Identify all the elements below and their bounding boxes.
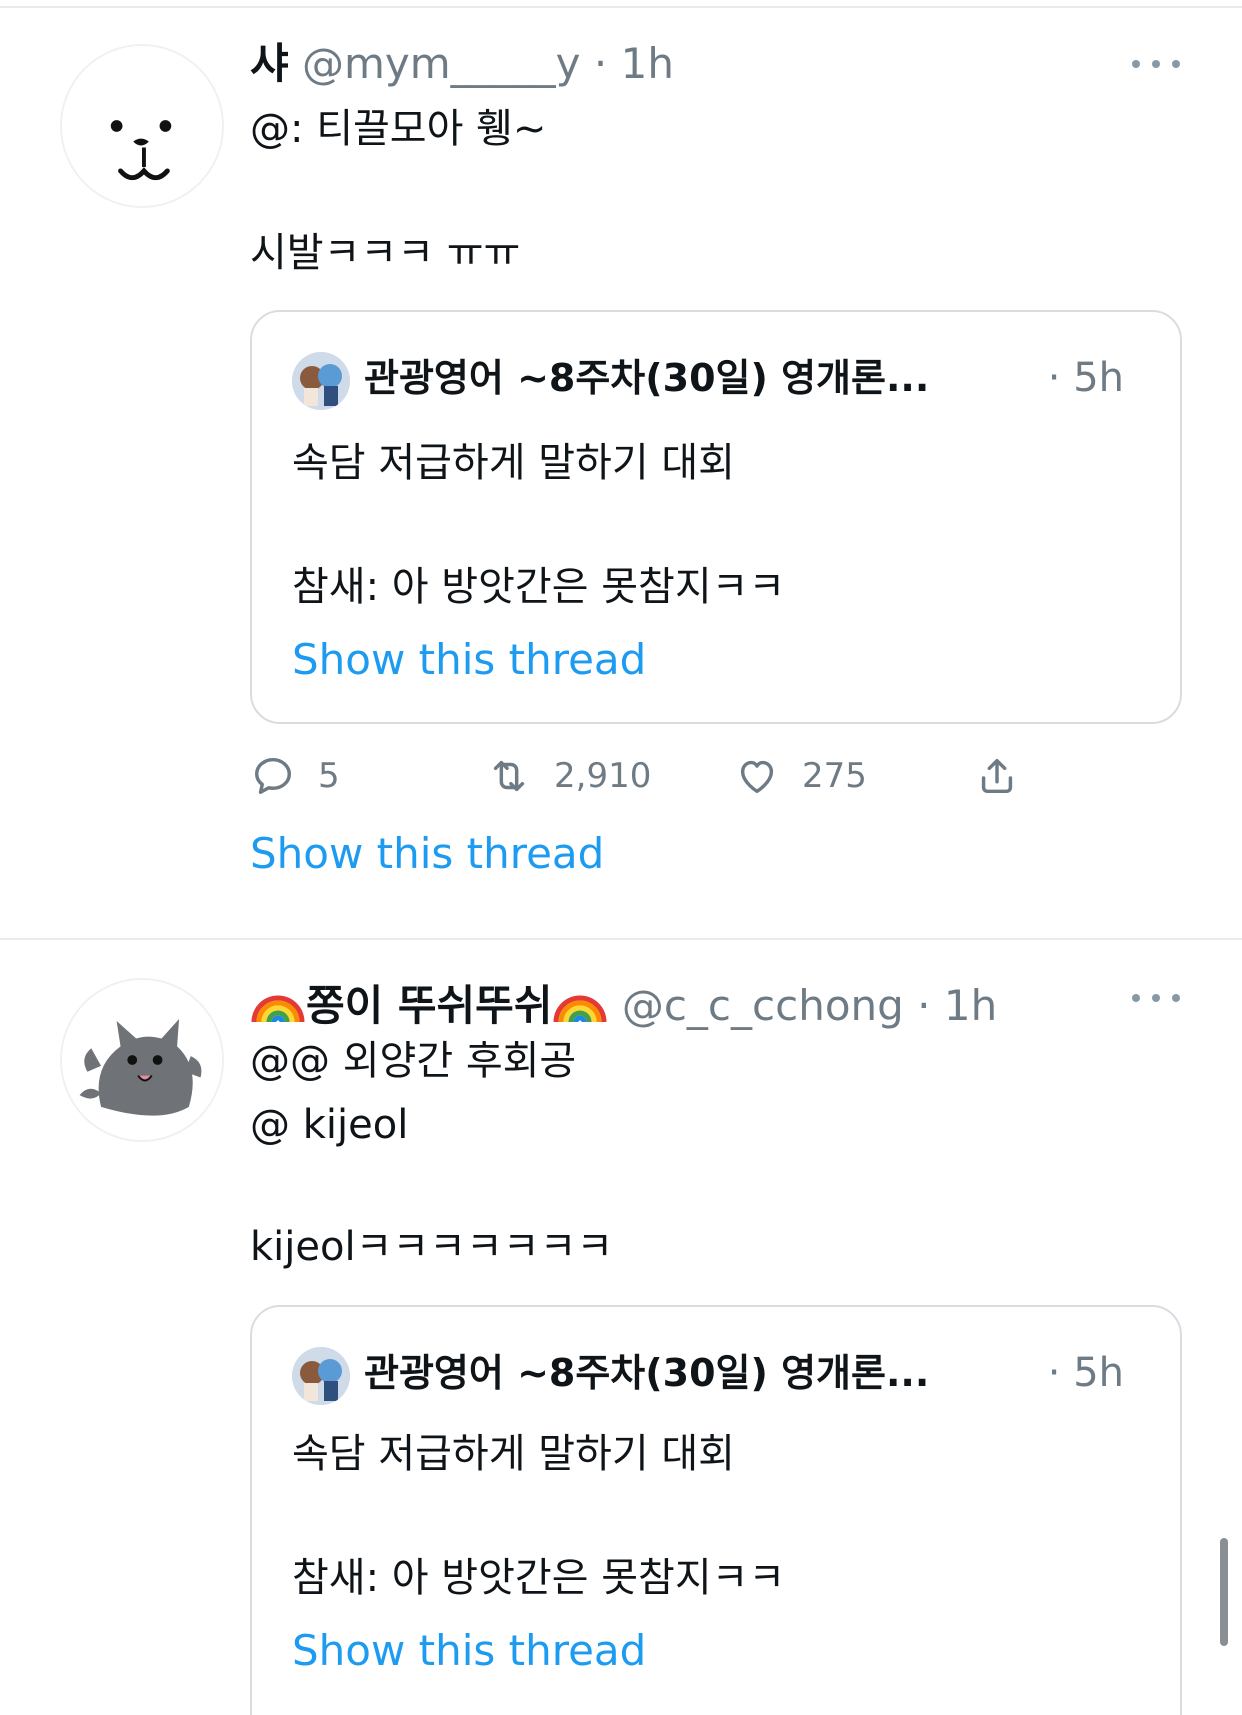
retweet-icon [493, 760, 525, 792]
tweet-text-line: @ kijeol [250, 1102, 409, 1148]
more-options-button[interactable] [1132, 986, 1180, 1010]
retweet-button[interactable]: 2,910 [486, 746, 651, 806]
heart-icon [740, 760, 774, 794]
quoted-text-line: 속담 저급하게 말하기 대회 [292, 1431, 735, 1477]
user-handle[interactable]: @mym_____y [302, 39, 581, 88]
dog-face-avatar-icon [62, 46, 222, 206]
quoted-text-line: 참새: 아 방앗간은 못참지ㅋㅋ [292, 1555, 786, 1601]
separator: · [593, 39, 608, 88]
tweet-text-line: 시발ㅋㅋㅋ ㅠㅠ [250, 230, 521, 276]
tweet-text-line: kijeolㅋㅋㅋㅋㅋㅋㅋ [250, 1224, 614, 1270]
timeline: 샤 @mym_____y · 1h @: 티끌모아 휑~ 시발ㅋㅋㅋ ㅠㅠ 관광… [0, 0, 1242, 1715]
rainbow-emoji-icon [553, 995, 607, 1023]
quoted-tweet[interactable]: 관광영어 ~8주차(30일) 영개론... · 5h 속담 저급하게 말하기 대… [250, 1305, 1182, 1715]
anime-avatar-icon [292, 1347, 350, 1405]
retweet-count: 2,910 [554, 756, 652, 796]
more-options-button[interactable] [1132, 52, 1180, 76]
more-horizontal-icon [1132, 60, 1140, 68]
reply-button[interactable]: 5 [250, 746, 340, 806]
share-button[interactable] [974, 746, 1020, 806]
quoted-show-thread-link[interactable]: Show this thread [292, 632, 646, 688]
more-horizontal-icon [1132, 994, 1140, 1002]
scrollbar[interactable] [1220, 1538, 1228, 1646]
share-icon [981, 758, 1013, 794]
quoted-timestamp: · 5h [1047, 1350, 1124, 1396]
quoted-timestamp: · 5h [1047, 355, 1124, 401]
quoted-show-thread-link[interactable]: Show this thread [292, 1623, 646, 1679]
quoted-display-name: 관광영어 ~8주차(30일) 영개론... [364, 1351, 930, 1395]
tweet-text-line: @@ 외양간 후회공 [250, 1038, 577, 1084]
rainbow-emoji-icon [251, 995, 305, 1023]
quoted-tweet[interactable]: 관광영어 ~8주차(30일) 영개론... · 5h 속담 저급하게 말하기 대… [250, 310, 1182, 724]
anime-avatar-icon [292, 352, 350, 410]
avatar[interactable] [60, 978, 224, 1142]
display-name[interactable]: 쫑이 뚜쉬뚜쉬 [306, 981, 552, 1030]
quoted-display-name: 관광영어 ~8주차(30일) 영개론... [364, 356, 930, 400]
tweet-2[interactable]: 쫑이 뚜쉬뚜쉬 @c_c_cchong · 1h @@ 외양간 후회공 @ ki… [0, 940, 1242, 1715]
user-handle[interactable]: @c_c_cchong [622, 981, 904, 1030]
tweet-header: 샤 @mym_____y · 1h [250, 36, 674, 92]
quoted-avatar [292, 1347, 350, 1405]
like-button[interactable]: 275 [734, 746, 867, 806]
quoted-avatar [292, 352, 350, 410]
separator: · [917, 981, 931, 1030]
tweet-text-line: @: 티끌모아 휑~ [250, 106, 547, 152]
timestamp[interactable]: 1h [621, 39, 674, 88]
tweet-1[interactable]: 샤 @mym_____y · 1h @: 티끌모아 휑~ 시발ㅋㅋㅋ ㅠㅠ 관광… [0, 0, 1242, 938]
gray-cat-avatar-icon [62, 980, 222, 1140]
display-name[interactable]: 샤 [250, 39, 289, 88]
tweet-actions: 5 2,910 275 [250, 746, 1050, 806]
timestamp[interactable]: 1h [944, 981, 997, 1030]
show-thread-link[interactable]: Show this thread [250, 826, 604, 882]
reply-icon [254, 757, 292, 795]
tweet-header: 쫑이 뚜쉬뚜쉬 @c_c_cchong · 1h [250, 974, 997, 1034]
avatar[interactable] [60, 44, 224, 208]
reply-count: 5 [318, 756, 340, 796]
like-count: 275 [802, 756, 867, 796]
quoted-text-line: 속담 저급하게 말하기 대회 [292, 440, 735, 486]
quoted-text-line: 참새: 아 방앗간은 못참지ㅋㅋ [292, 564, 786, 610]
